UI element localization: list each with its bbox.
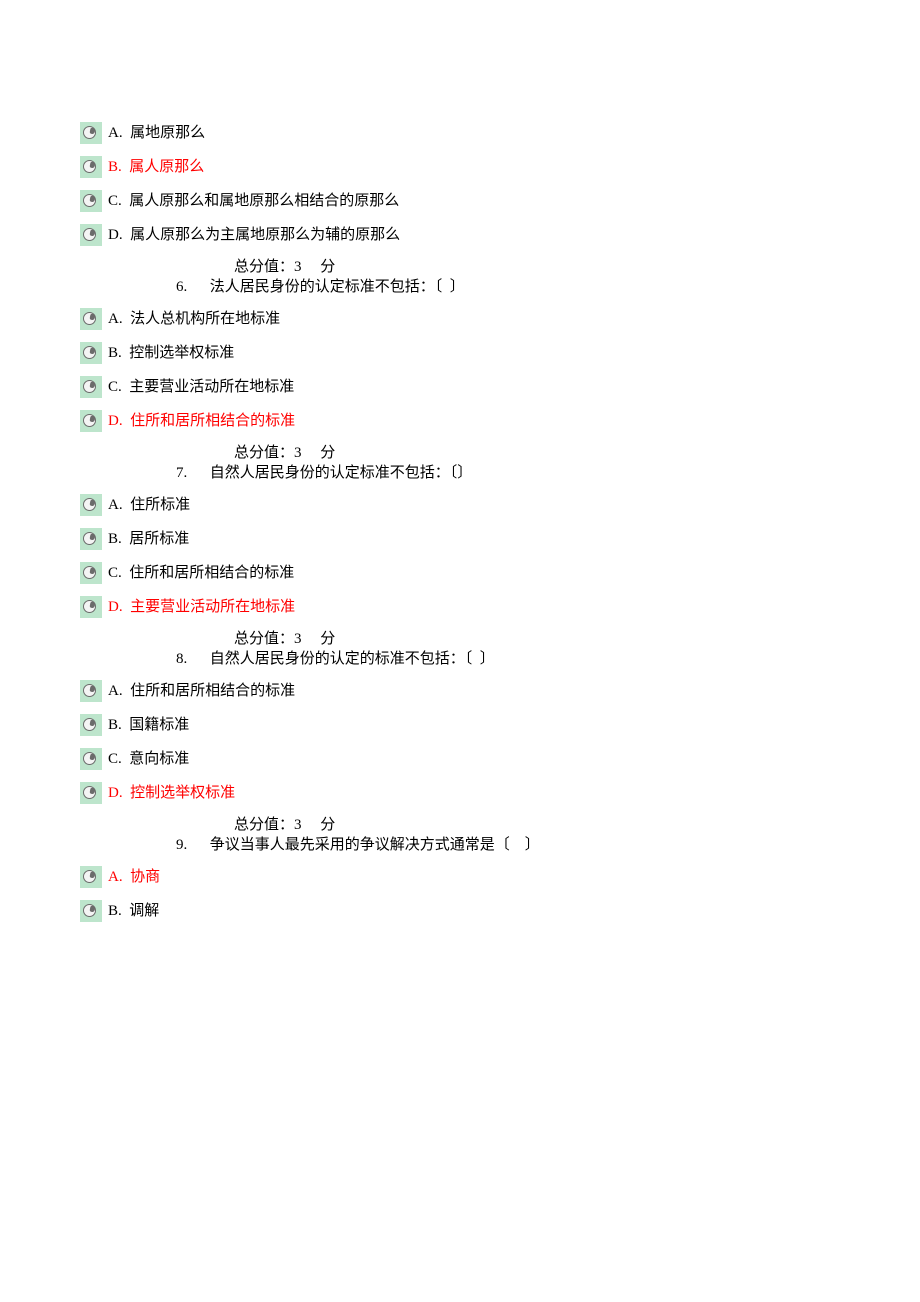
radio-icon[interactable] (80, 782, 102, 804)
option-row[interactable]: A. 协商 (80, 866, 840, 888)
option-label: C. 主要营业活动所在地标准 (108, 378, 294, 396)
option-row[interactable]: D. 主要营业活动所在地标准 (80, 596, 840, 618)
radio-icon[interactable] (80, 224, 102, 246)
option-row[interactable]: C. 属人原那么和属地原那么相结合的原那么 (80, 190, 840, 212)
option-label: D. 住所和居所相结合的标准 (108, 412, 295, 430)
radio-icon[interactable] (80, 308, 102, 330)
option-row[interactable]: C. 住所和居所相结合的标准 (80, 562, 840, 584)
option-label: A. 住所标准 (108, 496, 190, 514)
radio-icon[interactable] (80, 190, 102, 212)
option-row[interactable]: A. 法人总机构所在地标准 (80, 308, 840, 330)
option-label: D. 属人原那么为主属地原那么为辅的原那么 (108, 226, 400, 244)
questions-list: A. 属地原那么 B. 属人原那么 C. 属人原那么和属地原那么相结合的原那么 D. … (80, 122, 840, 922)
question-score: 总分值：3 分 (234, 444, 840, 462)
option-row[interactable]: B. 调解 (80, 900, 840, 922)
radio-icon[interactable] (80, 494, 102, 516)
radio-icon[interactable] (80, 900, 102, 922)
question-score: 总分值：3 分 (234, 258, 840, 276)
option-row[interactable]: D. 住所和居所相结合的标准 (80, 410, 840, 432)
option-row[interactable]: A. 住所标准 (80, 494, 840, 516)
question-stem: 6. 法人居民身份的认定标准不包括：〔 〕 (176, 278, 840, 296)
option-label: B. 国籍标准 (108, 716, 189, 734)
radio-icon[interactable] (80, 122, 102, 144)
radio-icon[interactable] (80, 866, 102, 888)
option-row[interactable]: A. 住所和居所相结合的标准 (80, 680, 840, 702)
radio-icon[interactable] (80, 342, 102, 364)
radio-icon[interactable] (80, 714, 102, 736)
radio-icon[interactable] (80, 376, 102, 398)
radio-icon[interactable] (80, 562, 102, 584)
option-row[interactable]: A. 属地原那么 (80, 122, 840, 144)
option-row[interactable]: B. 属人原那么 (80, 156, 840, 178)
option-row[interactable]: C. 主要营业活动所在地标准 (80, 376, 840, 398)
option-row[interactable]: D. 控制选举权标准 (80, 782, 840, 804)
option-label: B. 调解 (108, 902, 159, 920)
radio-icon[interactable] (80, 528, 102, 550)
radio-icon[interactable] (80, 748, 102, 770)
option-label: D. 主要营业活动所在地标准 (108, 598, 295, 616)
option-label: B. 居所标准 (108, 530, 189, 548)
question-score: 总分值：3 分 (234, 630, 840, 648)
option-label: A. 属地原那么 (108, 124, 205, 142)
option-label: C. 意向标准 (108, 750, 189, 768)
option-row[interactable]: B. 国籍标准 (80, 714, 840, 736)
option-label: B. 属人原那么 (108, 158, 204, 176)
option-label: C. 属人原那么和属地原那么相结合的原那么 (108, 192, 399, 210)
option-label: C. 住所和居所相结合的标准 (108, 564, 294, 582)
question-stem: 8. 自然人居民身份的认定的标准不包括：〔 〕 (176, 650, 840, 668)
radio-icon[interactable] (80, 596, 102, 618)
option-row[interactable]: B. 居所标准 (80, 528, 840, 550)
option-label: A. 协商 (108, 868, 160, 886)
option-label: A. 法人总机构所在地标准 (108, 310, 280, 328)
radio-icon[interactable] (80, 156, 102, 178)
radio-icon[interactable] (80, 410, 102, 432)
option-row[interactable]: C. 意向标准 (80, 748, 840, 770)
option-row[interactable]: D. 属人原那么为主属地原那么为辅的原那么 (80, 224, 840, 246)
option-label: A. 住所和居所相结合的标准 (108, 682, 295, 700)
question-score: 总分值：3 分 (234, 816, 840, 834)
option-row[interactable]: B. 控制选举权标准 (80, 342, 840, 364)
radio-icon[interactable] (80, 680, 102, 702)
question-stem: 9. 争议当事人最先采用的争议解决方式通常是〔 〕 (176, 836, 840, 854)
question-stem: 7. 自然人居民身份的认定标准不包括：〔〕 (176, 464, 840, 482)
option-label: B. 控制选举权标准 (108, 344, 234, 362)
option-label: D. 控制选举权标准 (108, 784, 235, 802)
